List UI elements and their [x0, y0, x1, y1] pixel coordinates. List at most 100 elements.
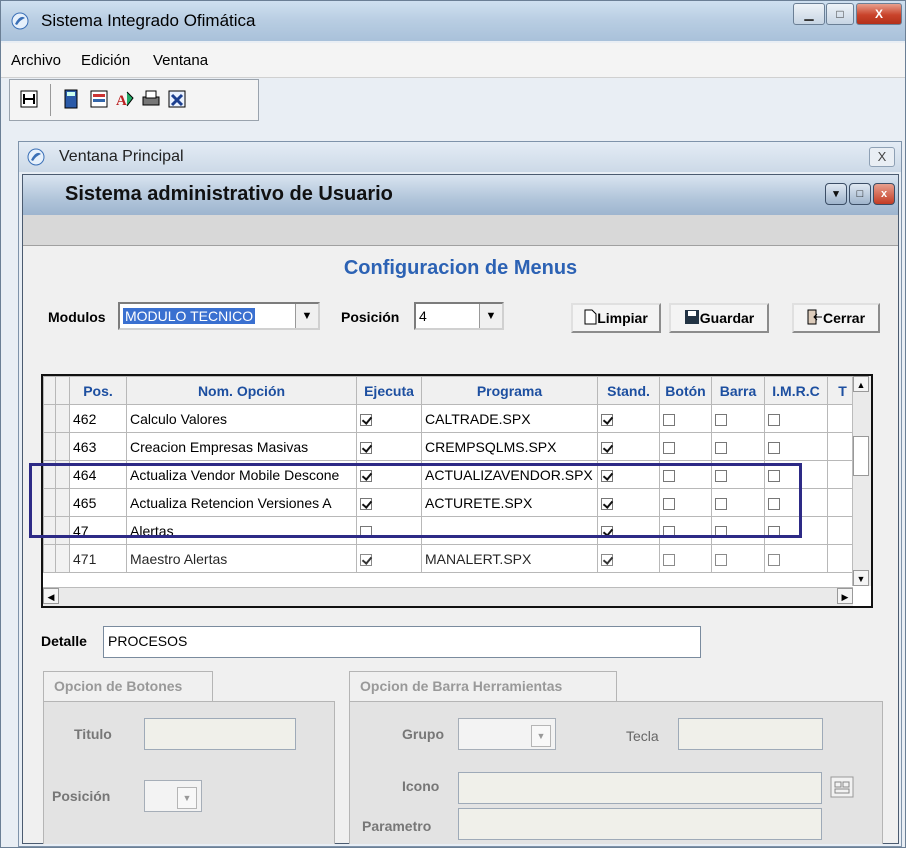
- cell-stand[interactable]: [597, 432, 660, 461]
- tecla-input[interactable]: [678, 718, 823, 750]
- table-row[interactable]: 463 Creacion Empresas Masivas CREMPSQLMS.S…: [43, 432, 858, 461]
- calculator-icon[interactable]: [60, 88, 82, 110]
- guardar-button[interactable]: Guardar: [669, 303, 769, 333]
- cell-programa[interactable]: CALTRADE.SPX: [421, 404, 598, 433]
- checkbox[interactable]: [663, 553, 675, 566]
- checkbox[interactable]: [768, 553, 780, 566]
- row-selector[interactable]: [55, 404, 70, 433]
- cell-boton[interactable]: [659, 404, 712, 433]
- panel-barra: Grupo ▼ Tecla Icono Parametro: [349, 701, 883, 844]
- child-close-button[interactable]: X: [869, 147, 895, 167]
- checkbox[interactable]: [601, 553, 613, 566]
- admin-maximize-button[interactable]: □: [849, 183, 871, 205]
- checkbox[interactable]: [601, 413, 613, 426]
- cell-boton[interactable]: [659, 432, 712, 461]
- tab-opcion-botones[interactable]: Opcion de Botones: [43, 671, 213, 701]
- cell-imrc[interactable]: [764, 432, 828, 461]
- admin-close-button[interactable]: x: [873, 183, 895, 205]
- cerrar-button[interactable]: Cerrar: [792, 303, 880, 333]
- cell-nombre[interactable]: Calculo Valores: [126, 404, 357, 433]
- row-indicator[interactable]: [43, 432, 56, 461]
- highlight-box: [29, 463, 802, 538]
- cell-programa[interactable]: MANALERT.SPX: [421, 544, 598, 573]
- maximize-button[interactable]: □: [826, 3, 854, 25]
- checkbox[interactable]: [360, 553, 372, 566]
- chevron-down-icon[interactable]: ▼: [479, 304, 502, 328]
- column-header-imrc[interactable]: I.M.R.C: [764, 376, 828, 405]
- checkbox[interactable]: [715, 441, 727, 454]
- row-selector[interactable]: [55, 432, 70, 461]
- checkbox[interactable]: [768, 413, 780, 426]
- row-indicator[interactable]: [43, 544, 56, 573]
- cell-stand[interactable]: [597, 544, 660, 573]
- report-icon[interactable]: [88, 88, 110, 110]
- horizontal-scrollbar[interactable]: ◀ ▶: [43, 587, 853, 606]
- column-header-stand[interactable]: Stand.: [597, 376, 660, 405]
- cell-stand[interactable]: [597, 404, 660, 433]
- table-row[interactable]: 462 Calculo Valores CALTRADE.SPX: [43, 404, 858, 433]
- column-header-programa[interactable]: Programa: [421, 376, 598, 405]
- checkbox[interactable]: [601, 441, 613, 454]
- grupo-select[interactable]: ▼: [458, 718, 556, 750]
- column-header-barra[interactable]: Barra: [711, 376, 765, 405]
- chevron-down-icon[interactable]: ▼: [531, 725, 551, 747]
- detalle-input[interactable]: PROCESOS: [103, 626, 701, 658]
- cell-barra[interactable]: [711, 404, 765, 433]
- column-header-boton[interactable]: Botón: [659, 376, 712, 405]
- column-header-pos[interactable]: Pos.: [69, 376, 127, 405]
- checkbox[interactable]: [360, 413, 372, 426]
- scroll-left-icon[interactable]: ◀: [43, 588, 59, 604]
- cell-ejecuta[interactable]: [356, 404, 422, 433]
- checkbox[interactable]: [663, 413, 675, 426]
- chevron-down-icon[interactable]: ▼: [177, 787, 197, 809]
- column-header-ejecuta[interactable]: Ejecuta: [356, 376, 422, 405]
- menu-edicion[interactable]: Edición: [81, 52, 130, 69]
- cell-barra[interactable]: [711, 432, 765, 461]
- excel-icon[interactable]: [166, 88, 188, 110]
- cell-pos[interactable]: 463: [69, 432, 127, 461]
- cell-boton[interactable]: [659, 544, 712, 573]
- admin-menu-button[interactable]: ▾: [825, 183, 847, 205]
- scroll-thumb[interactable]: [853, 436, 869, 476]
- modulos-select[interactable]: MODULO TECNICO ▼: [118, 302, 320, 330]
- checkbox[interactable]: [715, 553, 727, 566]
- cell-imrc[interactable]: [764, 404, 828, 433]
- posicion-boton-select[interactable]: ▼: [144, 780, 202, 812]
- tab-opcion-barra[interactable]: Opcion de Barra Herramientas: [349, 671, 617, 701]
- scroll-right-icon[interactable]: ▶: [837, 588, 853, 604]
- menu-archivo[interactable]: Archivo: [11, 52, 61, 69]
- column-header-nombre[interactable]: Nom. Opción: [126, 376, 357, 405]
- scroll-down-icon[interactable]: ▼: [853, 570, 869, 586]
- posicion-select[interactable]: 4 ▼: [414, 302, 504, 330]
- cell-barra[interactable]: [711, 544, 765, 573]
- cell-programa[interactable]: CREMPSQLMS.SPX: [421, 432, 598, 461]
- font-icon[interactable]: A: [114, 88, 136, 110]
- checkbox[interactable]: [663, 441, 675, 454]
- cell-pos[interactable]: 462: [69, 404, 127, 433]
- row-indicator[interactable]: [43, 404, 56, 433]
- cell-nombre[interactable]: Maestro Alertas: [126, 544, 357, 573]
- browse-icon[interactable]: [830, 776, 854, 798]
- cell-imrc[interactable]: [764, 544, 828, 573]
- row-selector[interactable]: [55, 544, 70, 573]
- printer-icon[interactable]: [140, 88, 162, 110]
- limpiar-button[interactable]: Limpiar: [571, 303, 661, 333]
- titulo-input[interactable]: [144, 718, 296, 750]
- vertical-scrollbar[interactable]: ▲ ▼: [852, 376, 871, 586]
- checkbox[interactable]: [715, 413, 727, 426]
- minimize-button[interactable]: ▁: [793, 3, 825, 25]
- menu-ventana[interactable]: Ventana: [153, 52, 208, 69]
- checkbox[interactable]: [768, 441, 780, 454]
- table-row[interactable]: 471 Maestro Alertas MANALERT.SPX: [43, 544, 858, 573]
- cell-nombre[interactable]: Creacion Empresas Masivas: [126, 432, 357, 461]
- cell-ejecuta[interactable]: [356, 432, 422, 461]
- cell-pos[interactable]: 471: [69, 544, 127, 573]
- close-button[interactable]: X: [856, 3, 902, 25]
- scroll-up-icon[interactable]: ▲: [853, 376, 869, 392]
- exit-icon[interactable]: [18, 88, 40, 110]
- chevron-down-icon[interactable]: ▼: [295, 304, 318, 328]
- cell-ejecuta[interactable]: [356, 544, 422, 573]
- icono-input[interactable]: [458, 772, 822, 804]
- checkbox[interactable]: [360, 441, 372, 454]
- parametro-input[interactable]: [458, 808, 822, 840]
